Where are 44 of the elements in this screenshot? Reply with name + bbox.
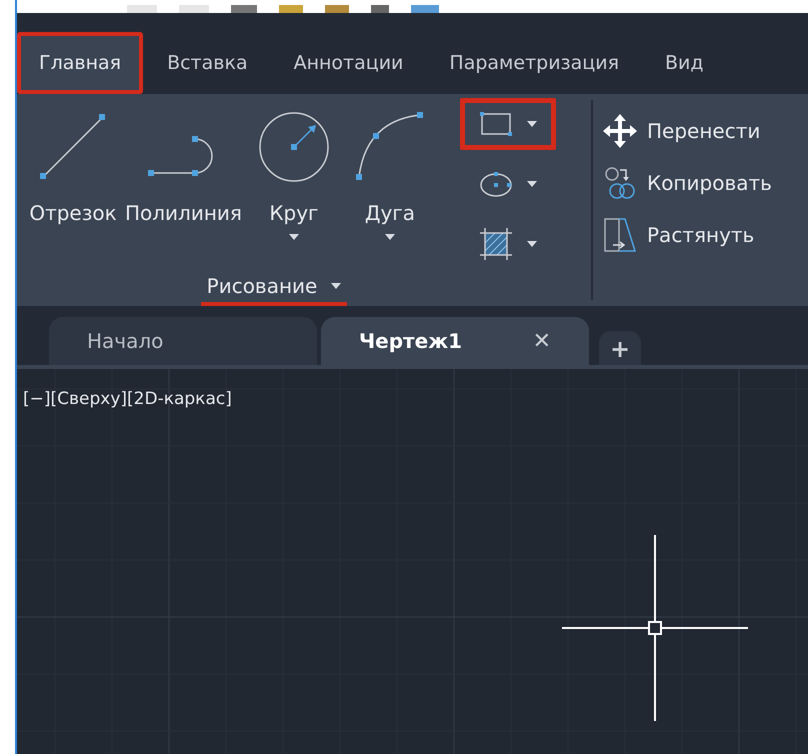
circle-tool-icon xyxy=(258,111,330,183)
dropdown-caret-icon xyxy=(384,234,395,240)
crosshair-cursor-icon xyxy=(562,535,748,721)
modify-tool-button[interactable]: Перенести xyxy=(603,112,772,150)
toolbar-icon[interactable] xyxy=(179,5,209,13)
ribbon-tab[interactable]: Параметризация xyxy=(427,32,641,94)
hatch-tool-icon xyxy=(478,227,513,261)
toolbar-icon[interactable] xyxy=(411,5,439,13)
dropdown-caret-icon xyxy=(288,234,299,240)
document-tab-label: Начало xyxy=(87,328,164,355)
toolbar-icon[interactable] xyxy=(279,5,303,13)
caret-icon xyxy=(526,121,537,127)
draw-tool-button[interactable]: Полилиния xyxy=(121,104,246,246)
copy-circles-icon xyxy=(603,166,637,200)
close-tab-button[interactable]: ✕ xyxy=(532,324,551,358)
caret-icon xyxy=(526,181,537,187)
stretch-icon xyxy=(603,217,637,253)
ribbon-tab[interactable]: Аннотации xyxy=(272,32,426,94)
ellipse-tool-icon xyxy=(478,170,513,198)
document-tab[interactable]: Начало xyxy=(49,317,317,365)
viewport-label[interactable]: [−][Сверху][2D-каркас] xyxy=(23,387,232,412)
ribbon-tab[interactable]: Главная xyxy=(17,32,144,94)
toolbar-icon[interactable] xyxy=(127,5,157,13)
modify-tool-button[interactable]: Копировать xyxy=(603,164,772,202)
ribbon-tab[interactable]: Вставка xyxy=(145,32,270,94)
move-arrows-icon xyxy=(603,114,637,148)
new-tab-button[interactable]: + xyxy=(599,331,641,365)
caret-icon xyxy=(526,241,537,247)
document-tab[interactable]: Чертеж1 ✕ xyxy=(321,317,589,365)
draw-tool-dropdown[interactable] xyxy=(460,98,556,150)
toolbar-icon[interactable] xyxy=(231,5,257,13)
draw-tool-button[interactable]: Круг xyxy=(246,104,342,246)
draw-tool-button[interactable]: Дуга xyxy=(342,104,438,246)
caret-icon xyxy=(331,283,342,289)
toolbar-icon[interactable] xyxy=(371,5,389,13)
modify-tool-button[interactable]: Растянуть xyxy=(603,216,772,254)
ribbon-tab[interactable]: Вид xyxy=(643,32,726,94)
toolbar-icon[interactable] xyxy=(325,5,349,13)
line-tool-icon xyxy=(38,112,108,182)
draw-tool-button[interactable]: Отрезок xyxy=(25,104,121,246)
arc-tool-icon xyxy=(354,111,426,183)
document-tab-label: Чертеж1 xyxy=(359,328,464,355)
panel-title-button[interactable]: Рисование xyxy=(200,270,348,306)
rectangle-tool-icon xyxy=(478,111,513,137)
